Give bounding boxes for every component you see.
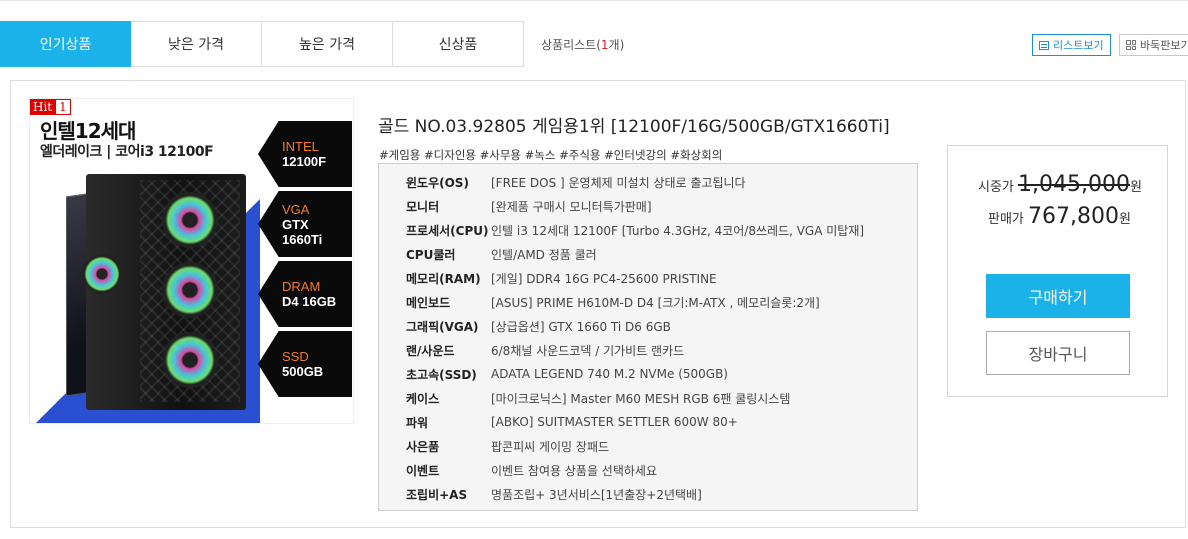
hit-badge: Hit 1 [30,99,71,115]
add-to-cart-button[interactable]: 장바구니 [986,331,1130,375]
badge-key: SSD [282,349,309,364]
spec-row: 조립비+AS 명품조립+ 3년서비스[1년출장+2년택배] [379,482,917,506]
spec-label: 랜/사운드 [406,343,455,358]
spec-value: [마이크로닉스] Master M60 MESH RGB 6팬 쿨링시스템 [491,391,791,406]
spec-row: 윈도우(OS) [FREE DOS ] 운영체제 미설치 상태로 출고됩니다 [379,170,917,194]
hit-label: Hit [30,99,56,115]
spec-row: 프로세서(CPU) 인텔 i3 12세대 12100F [Turbo 4.3GHz… [379,218,917,242]
spec-value: [ASUS] PRIME H610M-D D4 [크기:M-ATX , 메모리슬… [491,295,820,310]
image-headline: 인텔12세대 [40,119,136,143]
spec-value: [ABKO] SUITMASTER SETTLER 600W 80+ [491,415,738,429]
tab-new[interactable]: 신상품 [393,21,524,67]
sort-tabs: 인기상품 낮은 가격 높은 가격 신상품 [0,21,524,67]
spec-row: 모니터 [완제품 구매시 모니터특가판매] [379,194,917,218]
sale-price-label: 판매가 [988,212,1024,227]
spec-label: 파워 [406,415,429,430]
count-prefix: 상품리스트( [541,38,601,52]
sale-price-unit: 원 [1119,212,1131,227]
spec-row: 사은품 팝콘피씨 게이밍 장패드 [379,434,917,458]
hit-count: 1 [55,99,71,115]
rgb-fan-icon [162,262,218,318]
image-badge-dram: DRAM D4 16GB [258,261,352,327]
rgb-fan-icon [82,254,122,294]
tab-high-price[interactable]: 높은 가격 [262,21,393,67]
spec-value: 이벤트 참여용 상품을 선택하세요 [491,463,658,478]
spec-value: 인텔 i3 12세대 12100F [Turbo 4.3GHz, 4코어/8쓰레… [491,223,865,238]
tab-popular[interactable]: 인기상품 [0,21,131,67]
count-number: 1 [600,38,609,52]
list-view-button[interactable]: 리스트보기 [1032,34,1111,56]
badge-key: DRAM [282,279,321,294]
spec-table: 윈도우(OS) [FREE DOS ] 운영체제 미설치 상태로 출고됩니다 모니… [378,163,918,511]
spec-label: 사은품 [406,439,440,454]
badge-key: VGA [282,201,310,217]
spec-row: 초고속(SSD) ADATA LEGEND 740 M.2 NVMe (500GB… [379,362,917,386]
spec-row: 메인보드 [ASUS] PRIME H610M-D D4 [크기:M-ATX , … [379,290,917,314]
spec-value: 팝콘피씨 게이밍 장패드 [491,439,610,454]
badge-value: D4 16GB [282,294,337,309]
spec-label: 케이스 [406,391,440,406]
spec-label: 윈도우(OS) [406,175,469,190]
spec-label: 메인보드 [406,295,451,310]
badge-value: 500GB [282,364,324,379]
market-price-line: 시중가 1,045,000원 [978,172,1142,197]
image-badge-vga: VGA GTX 1660Ti [258,191,352,257]
spec-row: 파워 [ABKO] SUITMASTER SETTLER 600W 80+ [379,410,917,434]
list-view-label: 리스트보기 [1053,39,1104,52]
image-badge-cpu: INTEL 12100F [258,121,352,187]
spec-value: [게일] DDR4 16G PC4-25600 PRISTINE [491,271,717,286]
list-icon [1039,40,1049,50]
pc-case-illustration [66,174,246,414]
sale-price-line: 판매가 767,800원 [988,204,1131,229]
spec-label: 메모리(RAM) [406,271,481,286]
product-title[interactable]: 골드 NO.03.92805 게임용1위 [12100F/16G/500GB/G… [378,112,890,137]
spec-row: 메모리(RAM) [게일] DDR4 16G PC4-25600 PRISTINE [379,266,917,290]
spec-value: [상급옵션] GTX 1660 Ti D6 6GB [491,319,671,334]
price-box: 시중가 1,045,000원 판매가 767,800원 구매하기 장바구니 [947,145,1168,397]
product-image[interactable]: Hit 1 인텔12세대 엘더레이크 | 코어i3 12100F INTEL 1… [29,98,354,424]
rgb-fan-icon [162,332,218,388]
spec-value: 6/8채널 사운드코덱 / 기가비트 랜카드 [491,343,685,358]
spec-value: ADATA LEGEND 740 M.2 NVMe (500GB) [491,367,728,381]
spec-row: 이벤트 이벤트 참여용 상품을 선택하세요 [379,458,917,482]
grid-icon [1126,40,1136,50]
market-price-unit: 원 [1130,180,1142,195]
count-suffix: 개) [608,38,625,52]
sale-price: 767,800 [1028,204,1120,229]
spec-label: 프로세서(CPU) [406,223,489,238]
badge-value: 12100F [282,154,327,169]
rgb-fan-icon [162,192,218,248]
market-price-label: 시중가 [978,180,1014,195]
spec-row: 케이스 [마이크로닉스] Master M60 MESH RGB 6팬 쿨링시스템 [379,386,917,410]
spec-row: 그래픽(VGA) [상급옵션] GTX 1660 Ti D6 6GB [379,314,917,338]
spec-value: [FREE DOS ] 운영체제 미설치 상태로 출고됩니다 [491,175,746,190]
spec-value: [완제품 구매시 모니터특가판매] [491,199,652,214]
spec-row: 랜/사운드 6/8채널 사운드코덱 / 기가비트 랜카드 [379,338,917,362]
image-subline: 엘더레이크 | 코어i3 12100F [40,144,214,160]
badge-key: INTEL [282,139,319,154]
tab-low-price[interactable]: 낮은 가격 [131,21,262,67]
grid-view-button[interactable]: 바둑판보기 [1119,34,1188,56]
spec-row: CPU쿨러 인텔/AMD 정품 쿨러 [379,242,917,266]
spec-label: 조립비+AS [406,487,468,502]
spec-value: 명품조립+ 3년서비스[1년출장+2년택배] [491,487,702,502]
image-badge-ssd: SSD 500GB [258,331,352,397]
market-price: 1,045,000 [1018,172,1130,197]
product-tags: #게임용 #디자인용 #사무용 #녹스 #주식용 #인터넷강의 #화상회의 [379,148,723,162]
buy-button[interactable]: 구매하기 [986,274,1130,318]
top-divider [0,0,1188,1]
spec-label: 이벤트 [406,463,440,478]
spec-label: CPU쿨러 [406,247,456,262]
badge-value: GTX 1660Ti [282,216,323,247]
grid-view-label: 바둑판보기 [1140,39,1188,52]
spec-value: 인텔/AMD 정품 쿨러 [491,247,597,262]
product-count: 상품리스트(1개) [541,36,624,53]
spec-label: 그래픽(VGA) [406,319,479,334]
spec-label: 초고속(SSD) [406,367,477,382]
spec-label: 모니터 [406,199,440,214]
